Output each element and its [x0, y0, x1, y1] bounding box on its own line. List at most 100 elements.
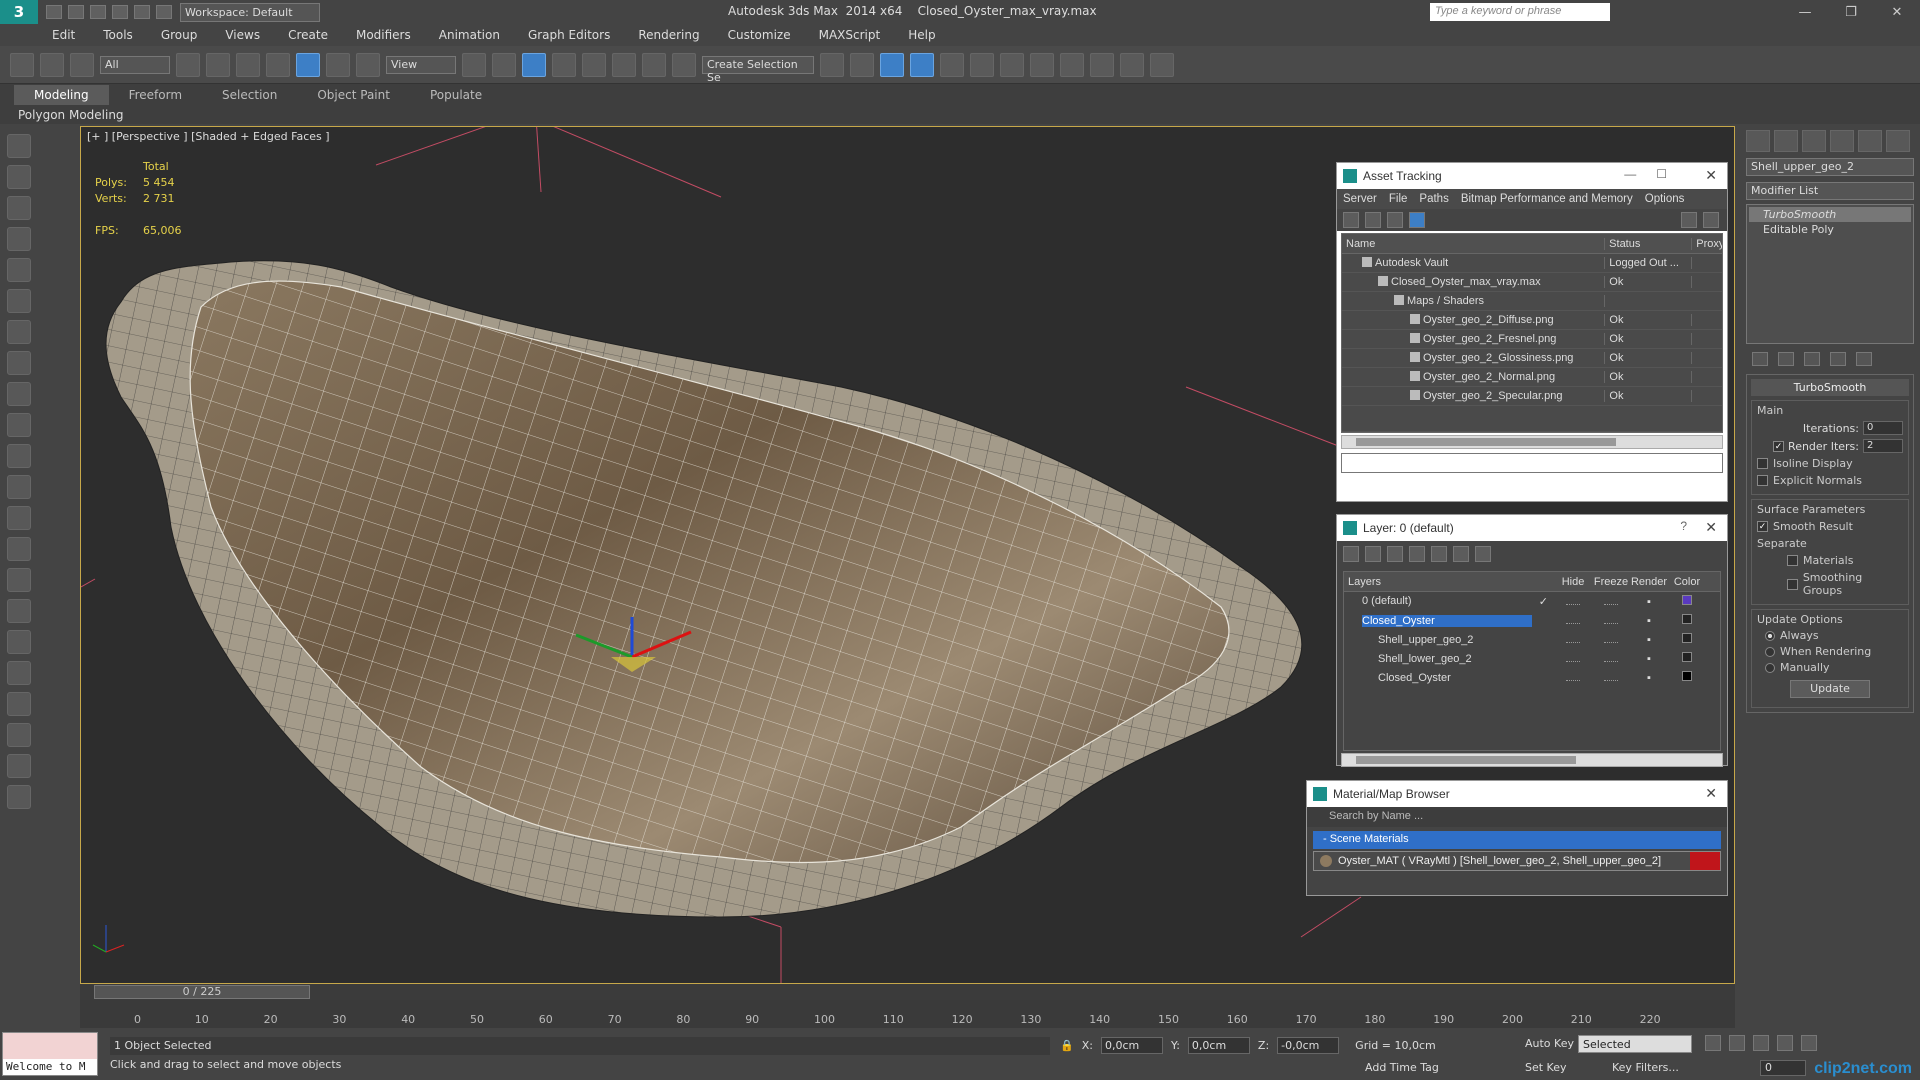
cone-icon[interactable]: [7, 475, 31, 499]
menu-bitmap-performance[interactable]: Bitmap Performance and Memory: [1461, 193, 1633, 205]
layer-row[interactable]: Closed_Oyster ▪: [1344, 611, 1720, 630]
render-teapot-icon[interactable]: ▪: [1630, 615, 1668, 627]
layer-explorer-icon[interactable]: [910, 52, 934, 77]
materials-checkbox[interactable]: Materials: [1787, 554, 1903, 567]
previous-frame-icon[interactable]: [1729, 1035, 1745, 1051]
next-frame-icon[interactable]: [1777, 1035, 1793, 1051]
key-filters-button[interactable]: Key Filters...: [1612, 1061, 1679, 1074]
maxscript-icon[interactable]: [1150, 52, 1174, 77]
smooth-result-checkbox[interactable]: ✓ Smooth Result: [1757, 520, 1903, 533]
go-to-end-icon[interactable]: [1801, 1035, 1817, 1051]
layer-row[interactable]: Shell_lower_geo_2 ▪: [1344, 649, 1720, 668]
helper-icon[interactable]: [7, 320, 31, 344]
table-row[interactable]: Oyster_geo_2_Specular.png Ok: [1342, 387, 1722, 406]
tab-selection[interactable]: Selection: [202, 85, 297, 105]
isoline-display-checkbox[interactable]: Isoline Display: [1757, 457, 1903, 470]
column-status[interactable]: Status: [1605, 237, 1693, 250]
layer-row[interactable]: Shell_upper_geo_2 ▪: [1344, 630, 1720, 649]
refresh-icon[interactable]: [1343, 212, 1359, 228]
settings-icon[interactable]: [1703, 212, 1719, 228]
pin-stack-icon[interactable]: [1752, 352, 1768, 366]
maxscript-output[interactable]: Welcome to M: [3, 1059, 97, 1075]
maximize-icon[interactable]: ❐: [1828, 0, 1874, 24]
explicit-normals-checkbox[interactable]: Explicit Normals: [1757, 474, 1903, 487]
maxscript-listener-mini[interactable]: Welcome to M: [2, 1032, 98, 1076]
material-editor-icon[interactable]: [1000, 52, 1024, 77]
menu-maxscript[interactable]: MAXScript: [805, 28, 895, 42]
current-frame-field[interactable]: 0: [1760, 1060, 1806, 1076]
camera-icon[interactable]: [7, 289, 31, 313]
undo-icon[interactable]: [112, 5, 128, 19]
sky-icon[interactable]: [7, 537, 31, 561]
table-row[interactable]: Oyster_geo_2_Glossiness.png Ok: [1342, 349, 1722, 368]
auto-key-button[interactable]: Auto Key: [1525, 1037, 1574, 1050]
layer-color-swatch[interactable]: [1682, 671, 1692, 681]
utility-icon[interactable]: [7, 754, 31, 778]
particle-icon[interactable]: [7, 568, 31, 592]
menu-animation[interactable]: Animation: [425, 28, 514, 42]
menu-options[interactable]: Options: [1645, 193, 1685, 205]
layers-icon[interactable]: [7, 196, 31, 220]
turbosmooth-rollout-title[interactable]: TurboSmooth: [1751, 379, 1909, 396]
select-by-name-icon[interactable]: [206, 52, 230, 77]
modifier-list-dropdown[interactable]: Modifier List: [1746, 182, 1914, 200]
close-icon[interactable]: ✕: [1705, 519, 1717, 536]
remove-modifier-icon[interactable]: [1830, 352, 1846, 366]
table-row[interactable]: Autodesk Vault Logged Out ...: [1342, 254, 1722, 273]
column-layers[interactable]: Layers: [1344, 576, 1554, 588]
stack-item-editable-poly[interactable]: Editable Poly: [1749, 222, 1911, 237]
help-icon[interactable]: ?: [1680, 519, 1687, 533]
unlink-icon[interactable]: [40, 52, 64, 77]
hierarchy-tab-icon[interactable]: [1802, 130, 1826, 152]
pivot-center-icon[interactable]: [462, 52, 486, 77]
table-row[interactable]: Closed_Oyster_max_vray.max Ok: [1342, 273, 1722, 292]
snaps-toggle-icon[interactable]: [552, 52, 576, 77]
column-name[interactable]: Name: [1342, 237, 1606, 250]
vault-icon[interactable]: [1681, 212, 1697, 228]
smoothing-groups-checkbox[interactable]: Smoothing Groups: [1787, 571, 1903, 597]
iterations-spinner[interactable]: Iterations: 0: [1757, 421, 1903, 435]
when-rendering-radio[interactable]: When Rendering: [1765, 645, 1903, 658]
create-tab-icon[interactable]: [1746, 130, 1770, 152]
z-coordinate-field[interactable]: -0,0cm: [1277, 1037, 1340, 1054]
list-view-icon[interactable]: [1365, 212, 1381, 228]
close-icon[interactable]: ✕: [1874, 0, 1920, 24]
y-coordinate-field[interactable]: 0,0cm: [1187, 1037, 1250, 1054]
modify-tab-icon[interactable]: [1774, 130, 1798, 152]
ribbon-panel-polygon-modeling[interactable]: Polygon Modeling: [0, 106, 1920, 124]
render-icon[interactable]: [7, 165, 31, 189]
asset-path-field[interactable]: [1341, 453, 1723, 473]
layer-highlight-icon[interactable]: [1431, 546, 1447, 562]
light-icon[interactable]: [7, 258, 31, 282]
track-bar[interactable]: 0 10 20 30 40 50 60 70 80 90 100 110 120 130 140 150 160…: [80, 1000, 1735, 1028]
percent-snap-icon[interactable]: [612, 52, 636, 77]
table-row[interactable]: Oyster_geo_2_Fresnel.png Ok: [1342, 330, 1722, 349]
tab-freeform[interactable]: Freeform: [109, 85, 202, 105]
key-mode-dropdown[interactable]: Selected: [1578, 1035, 1692, 1053]
object-name-field[interactable]: Shell_upper_geo_2: [1746, 158, 1914, 176]
spinner-snap-icon[interactable]: [642, 52, 666, 77]
layer-color-swatch[interactable]: [1682, 633, 1692, 643]
select-scale-icon[interactable]: [356, 52, 380, 77]
teapot-icon[interactable]: [7, 134, 31, 158]
render-iters-spinner[interactable]: ✓ Render Iters: 2: [1757, 439, 1903, 453]
layer-color-swatch[interactable]: [1682, 595, 1692, 605]
show-end-result-icon[interactable]: [1778, 352, 1794, 366]
menu-views[interactable]: Views: [211, 28, 274, 42]
layer-row[interactable]: Closed_Oyster ▪: [1344, 668, 1720, 687]
minimize-icon[interactable]: —: [1782, 0, 1828, 24]
column-freeze[interactable]: Freeze: [1592, 576, 1630, 588]
scrollbar-thumb[interactable]: [1356, 438, 1616, 446]
align-icon[interactable]: [850, 52, 874, 77]
column-render[interactable]: Render: [1630, 576, 1668, 588]
selection-filter-dropdown[interactable]: All: [100, 55, 170, 74]
menu-group[interactable]: Group: [147, 28, 212, 42]
layer-hide-all-icon[interactable]: [1453, 546, 1469, 562]
bone-icon[interactable]: [7, 599, 31, 623]
menu-graph-editors[interactable]: Graph Editors: [514, 28, 624, 42]
menu-rendering[interactable]: Rendering: [624, 28, 713, 42]
open-file-icon[interactable]: [68, 5, 84, 19]
tab-modeling[interactable]: Modeling: [14, 85, 109, 105]
sun-icon[interactable]: [7, 506, 31, 530]
menu-paths[interactable]: Paths: [1419, 193, 1448, 205]
